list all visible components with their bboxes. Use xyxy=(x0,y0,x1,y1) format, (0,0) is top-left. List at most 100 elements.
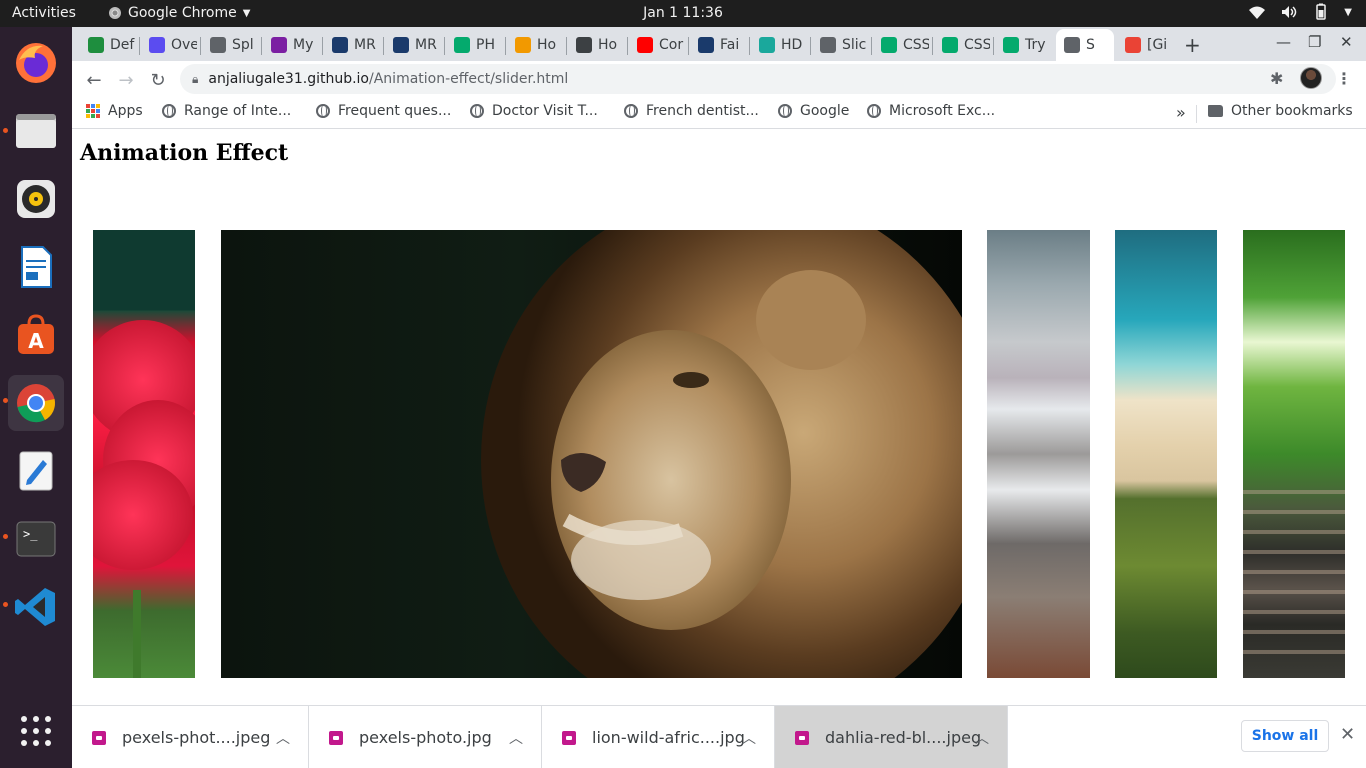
bookmarks-bar: Apps Range of Inte... Frequent ques... D… xyxy=(72,97,1366,129)
show-applications-button[interactable] xyxy=(8,703,64,759)
reload-icon: ↻ xyxy=(150,69,166,91)
chevron-up-icon[interactable]: ︿ xyxy=(975,728,989,748)
maximize-button[interactable]: ❐ xyxy=(1308,33,1321,51)
close-icon[interactable]: ✕ xyxy=(1340,724,1355,745)
software-center-icon: A xyxy=(18,314,54,354)
firefox-launcher[interactable] xyxy=(8,35,64,91)
slide-mountain-image[interactable] xyxy=(987,230,1090,678)
browser-tab[interactable]: Try xyxy=(995,31,1051,59)
app-menu[interactable]: Google Chrome ▼ xyxy=(108,5,250,21)
new-tab-button[interactable]: + xyxy=(1184,33,1201,57)
slide-forest-image[interactable] xyxy=(1243,230,1345,678)
tab-title: Ho xyxy=(537,37,557,53)
chrome-menu-icon[interactable]: ⋮ xyxy=(1336,69,1352,88)
download-item[interactable]: lion-wild-afric....jpg ︿ xyxy=(542,706,775,768)
browser-tab[interactable]: S xyxy=(1056,29,1114,61)
clock[interactable]: Jan 1 11:36 xyxy=(643,5,723,21)
browser-tab[interactable]: Slic xyxy=(812,31,868,59)
extensions-puzzle-icon[interactable]: ✱ xyxy=(1270,69,1283,88)
browser-tab[interactable]: MR xyxy=(385,31,441,59)
bookmarks-overflow-button[interactable]: » xyxy=(1176,103,1186,122)
page-heading: Animation Effect xyxy=(80,140,289,166)
browser-tab[interactable]: Spl xyxy=(202,31,258,59)
forward-button[interactable]: → xyxy=(114,68,138,92)
slide-lion-image[interactable] xyxy=(221,230,962,678)
bookmark-label: French dentist... xyxy=(646,103,759,119)
browser-tab[interactable]: MR xyxy=(324,31,380,59)
address-bar[interactable]: 🔒︎ anjaliugale31.github.io/Animation-eff… xyxy=(180,64,1336,94)
globe-icon xyxy=(624,104,638,118)
minimize-button[interactable]: — xyxy=(1276,33,1291,51)
bookmark-label: Google xyxy=(800,103,850,119)
tab-favicon-icon xyxy=(515,37,531,53)
app-menu-label: Google Chrome xyxy=(128,5,237,21)
slide-flower-image[interactable] xyxy=(93,230,195,678)
bookmark-item[interactable]: French dentist... xyxy=(624,103,759,119)
tab-favicon-icon xyxy=(393,37,409,53)
download-filename: pexels-photo.jpg xyxy=(359,728,492,747)
bookmark-apps[interactable]: Apps xyxy=(86,103,143,119)
back-button[interactable]: ← xyxy=(82,68,106,92)
download-item[interactable]: pexels-phot....jpeg ︿ xyxy=(72,706,309,768)
web-page-content: Animation Effect xyxy=(72,130,1366,705)
svg-text:A: A xyxy=(28,329,44,353)
show-all-downloads-button[interactable]: Show all xyxy=(1241,720,1329,752)
bookmark-item[interactable]: Microsoft Exc... xyxy=(867,103,995,119)
browser-tab[interactable]: CSS xyxy=(873,31,929,59)
browser-tab[interactable]: [Gi xyxy=(1117,31,1173,59)
wifi-icon xyxy=(1249,6,1266,19)
vscode-launcher[interactable] xyxy=(8,579,64,635)
bookmark-label: Doctor Visit T... xyxy=(492,103,598,119)
chevron-up-icon[interactable]: ︿ xyxy=(276,728,290,748)
rhythmbox-launcher[interactable] xyxy=(8,171,64,227)
download-item[interactable]: pexels-photo.jpg ︿ xyxy=(309,706,542,768)
close-window-button[interactable]: ✕ xyxy=(1340,33,1353,51)
files-launcher[interactable] xyxy=(8,103,64,159)
other-bookmarks-folder[interactable]: Other bookmarks xyxy=(1208,103,1353,119)
download-filename: pexels-phot....jpeg xyxy=(122,728,271,747)
libreoffice-writer-icon xyxy=(21,246,52,288)
text-editor-launcher[interactable] xyxy=(8,443,64,499)
tab-title: [Gi xyxy=(1147,37,1168,53)
tab-favicon-icon xyxy=(942,37,958,53)
bookmark-item[interactable]: Range of Inte... xyxy=(162,103,291,119)
activities-button[interactable]: Activities xyxy=(12,5,76,21)
bookmark-item[interactable]: Frequent ques... xyxy=(316,103,451,119)
browser-tab[interactable]: PH xyxy=(446,31,502,59)
globe-icon xyxy=(470,104,484,118)
browser-tab[interactable]: My xyxy=(263,31,319,59)
tab-title: CSS xyxy=(964,37,990,53)
image-file-icon xyxy=(92,730,106,745)
browser-tab[interactable]: Ho xyxy=(507,31,563,59)
browser-tab[interactable]: CSS xyxy=(934,31,990,59)
chrome-launcher[interactable] xyxy=(8,375,64,431)
writer-launcher[interactable] xyxy=(8,239,64,295)
text-editor-icon xyxy=(19,451,53,491)
reload-button[interactable]: ↻ xyxy=(146,68,170,92)
chevron-up-icon[interactable]: ︿ xyxy=(742,728,756,748)
download-item[interactable]: dahlia-red-bl....jpeg ︿ xyxy=(775,706,1008,768)
browser-tab[interactable]: Ove xyxy=(141,31,197,59)
browser-tab[interactable]: Cor xyxy=(629,31,685,59)
browser-tab[interactable]: Def xyxy=(80,31,136,59)
arrow-right-icon: → xyxy=(118,69,134,91)
browser-tab[interactable]: Fai xyxy=(690,31,746,59)
software-center-launcher[interactable]: A xyxy=(8,307,64,363)
bookmark-item[interactable]: Google xyxy=(778,103,849,119)
terminal-launcher[interactable]: >_ xyxy=(8,511,64,567)
browser-tab[interactable]: HD xyxy=(751,31,807,59)
tab-favicon-icon xyxy=(149,37,165,53)
chevron-up-icon[interactable]: ︿ xyxy=(509,728,523,748)
slide-beach-image[interactable] xyxy=(1115,230,1217,678)
bookmark-item[interactable]: Doctor Visit T... xyxy=(470,103,598,119)
browser-tab[interactable]: Ho xyxy=(568,31,624,59)
power-menu-icon: ▼ xyxy=(1344,6,1352,18)
bookmark-apps-label: Apps xyxy=(108,103,143,119)
tab-title: Fai xyxy=(720,37,740,53)
chrome-icon xyxy=(109,7,121,19)
image-file-icon xyxy=(795,730,809,745)
system-tray[interactable]: ▼ xyxy=(1248,3,1352,21)
url-host: anjaliugale31.github.io xyxy=(208,71,370,87)
chevron-down-icon: ▼ xyxy=(242,7,251,19)
profile-avatar[interactable] xyxy=(1300,67,1322,89)
